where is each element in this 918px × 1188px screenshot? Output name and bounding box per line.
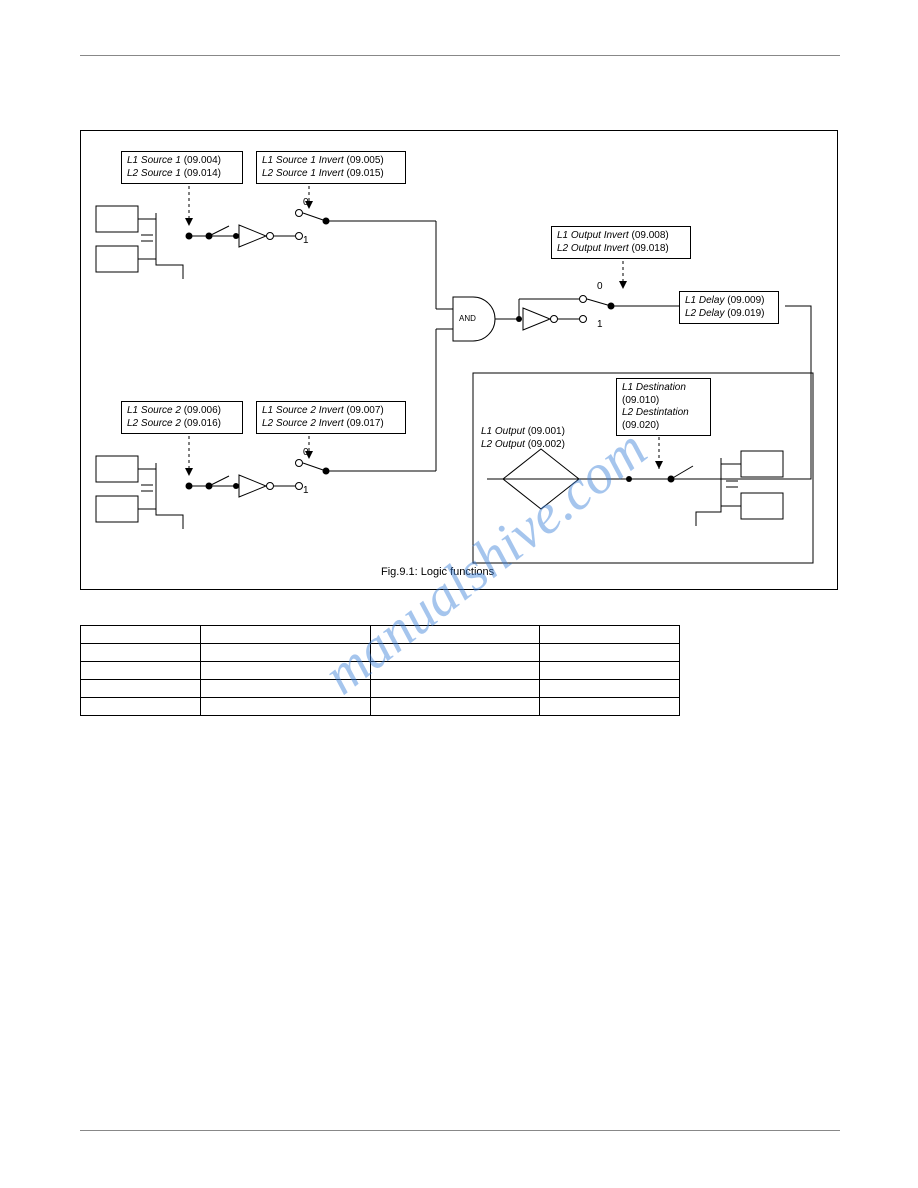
zero-label-3: 0 bbox=[597, 281, 603, 292]
table-cell bbox=[540, 644, 680, 662]
one-label-2: 1 bbox=[303, 485, 309, 496]
l1-source2-invert: L1 Source 2 Invert bbox=[262, 405, 344, 416]
table-cell bbox=[540, 662, 680, 680]
table-cell bbox=[81, 698, 201, 716]
table-cell bbox=[370, 626, 540, 644]
l1-source1-invert-param: (09.005) bbox=[347, 155, 384, 166]
table-cell bbox=[370, 680, 540, 698]
output-label: L1 Output (09.001) L2 Output (09.002) bbox=[481, 426, 565, 451]
l2-source1: L2 Source 1 bbox=[127, 168, 181, 179]
l1-source2: L1 Source 2 bbox=[127, 405, 181, 416]
top-rule bbox=[80, 55, 840, 56]
table-cell bbox=[200, 662, 370, 680]
l1-delay: L1 Delay bbox=[685, 295, 724, 306]
l1-dest: L1 Destination bbox=[622, 382, 686, 393]
figure-caption: Fig.9.1: Logic functions bbox=[381, 566, 494, 578]
l2-source2-invert: L2 Source 2 Invert bbox=[262, 418, 344, 429]
l2-output-invert-param: (09.018) bbox=[632, 243, 669, 254]
table-cell bbox=[81, 662, 201, 680]
table-cell bbox=[540, 698, 680, 716]
table-row bbox=[81, 626, 680, 644]
l2-delay: L2 Delay bbox=[685, 308, 724, 319]
l1-delay-param: (09.009) bbox=[727, 295, 764, 306]
table-row bbox=[81, 680, 680, 698]
output-invert-label-box: L1 Output Invert (09.008) L2 Output Inve… bbox=[551, 226, 691, 259]
table-row bbox=[81, 698, 680, 716]
table-cell bbox=[81, 626, 201, 644]
l2-output-invert: L2 Output Invert bbox=[557, 243, 629, 254]
l1-output-param: (09.001) bbox=[528, 426, 565, 437]
l2-source2-param: (09.016) bbox=[184, 418, 221, 429]
zero-label-2: 0 bbox=[303, 447, 309, 458]
l1-output-invert: L1 Output Invert bbox=[557, 230, 629, 241]
bottom-rule bbox=[80, 1130, 840, 1131]
l1-source1: L1 Source 1 bbox=[127, 155, 181, 166]
dest-label-box: L1 Destination (09.010) L2 Destintation (0… bbox=[616, 378, 711, 436]
l2-delay-param: (09.019) bbox=[727, 308, 764, 319]
table-cell bbox=[200, 698, 370, 716]
zero-label-1: 0 bbox=[303, 197, 309, 208]
source2-invert-label-box: L1 Source 2 Invert (09.007) L2 Source 2 … bbox=[256, 401, 406, 434]
table-cell bbox=[370, 698, 540, 716]
table-row bbox=[81, 644, 680, 662]
l2-source1-param: (09.014) bbox=[184, 168, 221, 179]
l1-output: L1 Output bbox=[481, 426, 525, 437]
and-gate-label: AND bbox=[459, 314, 476, 323]
table-cell bbox=[370, 662, 540, 680]
page-frame bbox=[80, 55, 840, 56]
l2-dest: L2 Destintation bbox=[622, 407, 689, 418]
table-cell bbox=[81, 680, 201, 698]
delay-label-box: L1 Delay (09.009) L2 Delay (09.019) bbox=[679, 291, 779, 324]
l2-source2-invert-param: (09.017) bbox=[347, 418, 384, 429]
table-cell bbox=[540, 626, 680, 644]
l1-source2-invert-param: (09.007) bbox=[347, 405, 384, 416]
table-cell bbox=[200, 626, 370, 644]
l1-source2-param: (09.006) bbox=[184, 405, 221, 416]
table-cell bbox=[200, 680, 370, 698]
l1-source1-param: (09.004) bbox=[184, 155, 221, 166]
l2-source1-invert-param: (09.015) bbox=[347, 168, 384, 179]
table-cell bbox=[200, 644, 370, 662]
table-cell bbox=[370, 644, 540, 662]
l1-source1-invert: L1 Source 1 Invert bbox=[262, 155, 344, 166]
source1-invert-label-box: L1 Source 1 Invert (09.005) L2 Source 1 … bbox=[256, 151, 406, 184]
table-cell bbox=[540, 680, 680, 698]
one-label-1: 1 bbox=[303, 235, 309, 246]
table-cell bbox=[81, 644, 201, 662]
l2-output: L2 Output bbox=[481, 439, 525, 450]
l2-source2: L2 Source 2 bbox=[127, 418, 181, 429]
l1-output-invert-param: (09.008) bbox=[632, 230, 669, 241]
l2-output-param: (09.002) bbox=[528, 439, 565, 450]
logic-diagram: L1 Source 1 (09.004) L2 Source 1 (09.014… bbox=[80, 130, 838, 590]
one-label-3: 1 bbox=[597, 319, 603, 330]
l2-dest-param: (09.020) bbox=[622, 420, 659, 431]
l2-source1-invert: L2 Source 1 Invert bbox=[262, 168, 344, 179]
source1-label-box: L1 Source 1 (09.004) L2 Source 1 (09.014… bbox=[121, 151, 243, 184]
table-row bbox=[81, 662, 680, 680]
l1-dest-param: (09.010) bbox=[622, 395, 659, 406]
source2-label-box: L1 Source 2 (09.006) L2 Source 2 (09.016… bbox=[121, 401, 243, 434]
parameter-table bbox=[80, 625, 680, 716]
diagram-svg bbox=[81, 131, 839, 591]
